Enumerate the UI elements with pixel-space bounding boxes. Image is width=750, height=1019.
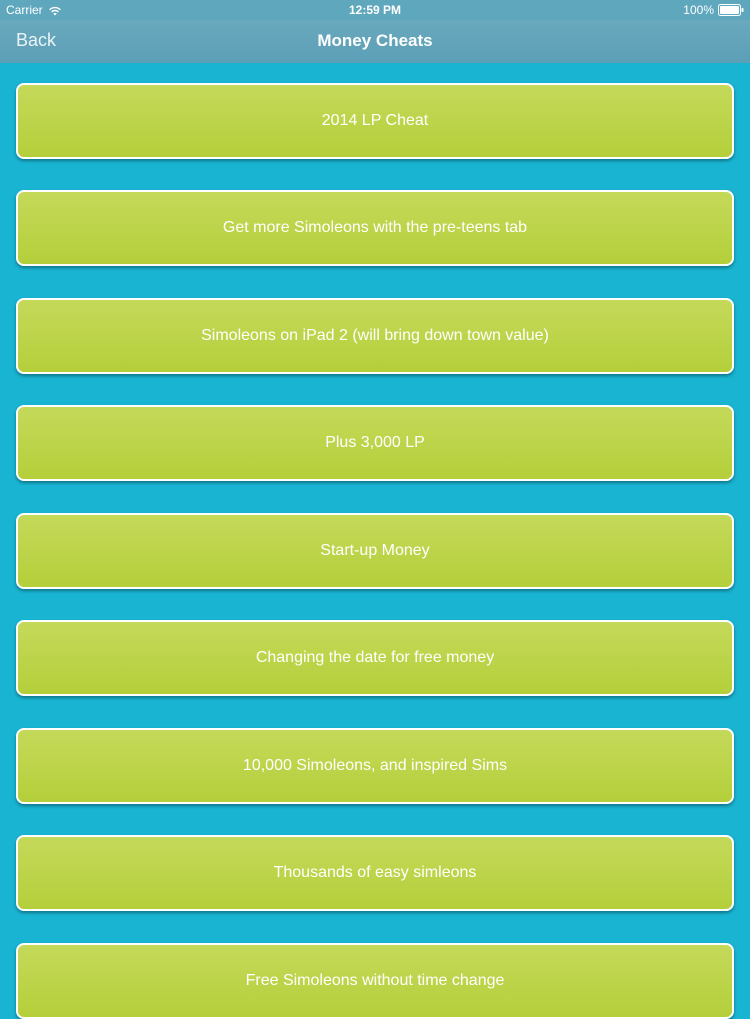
cheat-button[interactable]: Thousands of easy simleons xyxy=(16,835,734,911)
battery-percent: 100% xyxy=(683,3,714,17)
cheat-button[interactable]: 2014 LP Cheat xyxy=(16,83,734,159)
navigation-bar: Back Money Cheats xyxy=(0,20,750,63)
cheat-button[interactable]: Start-up Money xyxy=(16,513,734,589)
status-time: 12:59 PM xyxy=(348,3,402,17)
cheat-button[interactable]: Changing the date for free money xyxy=(16,620,734,696)
status-bar: Carrier 12:59 PM 100% xyxy=(0,0,750,20)
cheat-button[interactable]: Plus 3,000 LP xyxy=(16,405,734,481)
cheat-button[interactable]: 10,000 Simoleons, and inspired Sims xyxy=(16,728,734,804)
battery-icon xyxy=(718,4,744,16)
page-title: Money Cheats xyxy=(317,31,433,50)
cheat-button[interactable]: Get more Simoleons with the pre-teens ta… xyxy=(16,190,734,266)
cheat-button[interactable]: Simoleons on iPad 2 (will bring down tow… xyxy=(16,298,734,374)
status-right: 100% xyxy=(683,3,744,17)
cheat-button[interactable]: Free Simoleons without time change xyxy=(16,943,734,1019)
